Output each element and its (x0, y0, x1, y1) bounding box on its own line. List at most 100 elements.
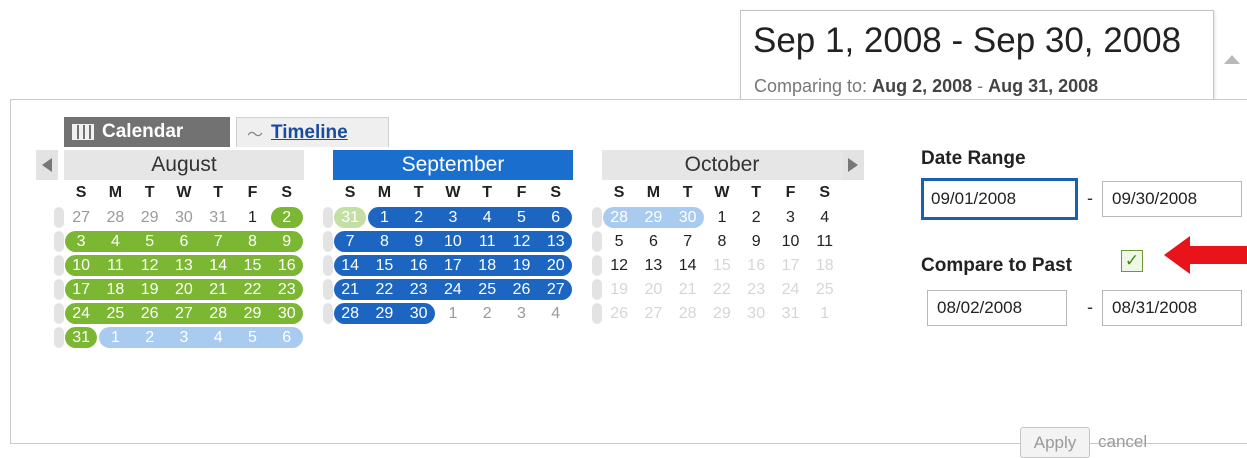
compare-start-field[interactable]: 08/02/2008 (927, 290, 1067, 326)
calendar-day[interactable]: 28 (671, 302, 705, 325)
calendar-day[interactable]: 22 (705, 278, 739, 301)
calendar-day[interactable]: 6 (167, 230, 201, 253)
calendar-day[interactable]: 11 (808, 230, 842, 253)
calendar-day[interactable]: 14 (333, 254, 367, 277)
calendar-day[interactable]: 30 (739, 302, 773, 325)
calendar-day[interactable]: 21 (671, 278, 705, 301)
calendar-day[interactable]: 15 (367, 254, 401, 277)
calendar-day[interactable]: 14 (671, 254, 705, 277)
cancel-link[interactable]: cancel (1098, 432, 1147, 452)
calendar-day[interactable]: 27 (539, 278, 573, 301)
calendar-day[interactable]: 25 (98, 302, 132, 325)
calendar-day[interactable]: 16 (402, 254, 436, 277)
calendar-day[interactable]: 24 (64, 302, 98, 325)
compare-end-field[interactable]: 08/31/2008 (1102, 290, 1242, 326)
calendar-day[interactable]: 26 (133, 302, 167, 325)
calendar-day[interactable]: 11 (98, 254, 132, 277)
calendar-day[interactable]: 12 (133, 254, 167, 277)
calendar-day[interactable]: 17 (436, 254, 470, 277)
calendar-day[interactable]: 15 (705, 254, 739, 277)
calendar-day[interactable]: 26 (504, 278, 538, 301)
calendar-day[interactable]: 19 (602, 278, 636, 301)
calendar-day[interactable]: 17 (64, 278, 98, 301)
calendar-day[interactable]: 29 (705, 302, 739, 325)
calendar-day[interactable]: 29 (235, 302, 269, 325)
tab-timeline[interactable]: 〜 Timeline (236, 117, 389, 147)
calendar-day[interactable]: 1 (808, 302, 842, 325)
calendar-day[interactable]: 2 (270, 206, 304, 229)
calendar-day[interactable]: 4 (98, 230, 132, 253)
calendar-day[interactable]: 16 (270, 254, 304, 277)
calendar-day[interactable]: 25 (808, 278, 842, 301)
apply-button[interactable]: Apply (1020, 427, 1090, 458)
calendar-day[interactable]: 10 (64, 254, 98, 277)
calendar-day[interactable]: 20 (636, 278, 670, 301)
calendar-day[interactable]: 2 (133, 326, 167, 349)
calendar-day[interactable]: 27 (636, 302, 670, 325)
calendar-day[interactable]: 7 (671, 230, 705, 253)
calendar-day[interactable]: 1 (705, 206, 739, 229)
calendar-day[interactable]: 12 (504, 230, 538, 253)
calendar-day[interactable]: 15 (235, 254, 269, 277)
calendar-day[interactable]: 31 (201, 206, 235, 229)
calendar-day[interactable]: 3 (64, 230, 98, 253)
calendar-day[interactable]: 23 (270, 278, 304, 301)
calendar-day[interactable]: 22 (367, 278, 401, 301)
calendar-day[interactable]: 1 (436, 302, 470, 325)
calendar-day[interactable]: 23 (739, 278, 773, 301)
prev-month-button[interactable] (36, 150, 58, 180)
calendar-day[interactable]: 27 (64, 206, 98, 229)
calendar-day[interactable]: 31 (64, 326, 98, 349)
calendar-day[interactable]: 13 (539, 230, 573, 253)
calendar-day[interactable]: 14 (201, 254, 235, 277)
range-start-field[interactable]: 09/01/2008 (921, 178, 1078, 220)
calendar-day[interactable]: 23 (402, 278, 436, 301)
collapse-up-icon[interactable] (1224, 55, 1240, 64)
calendar-day[interactable]: 10 (436, 230, 470, 253)
calendar-day[interactable]: 31 (773, 302, 807, 325)
calendar-day[interactable]: 6 (636, 230, 670, 253)
calendar-day[interactable]: 2 (402, 206, 436, 229)
calendar-day[interactable]: 20 (167, 278, 201, 301)
calendar-day[interactable]: 24 (773, 278, 807, 301)
calendar-day[interactable]: 9 (270, 230, 304, 253)
calendar-day[interactable]: 10 (773, 230, 807, 253)
calendar-day[interactable]: 21 (333, 278, 367, 301)
calendar-day[interactable]: 8 (367, 230, 401, 253)
calendar-day[interactable]: 12 (602, 254, 636, 277)
calendar-day[interactable]: 13 (167, 254, 201, 277)
calendar-day[interactable]: 26 (602, 302, 636, 325)
calendar-day[interactable]: 3 (773, 206, 807, 229)
calendar-day[interactable]: 30 (402, 302, 436, 325)
calendar-day[interactable]: 3 (436, 206, 470, 229)
calendar-day[interactable]: 16 (739, 254, 773, 277)
calendar-day[interactable]: 18 (98, 278, 132, 301)
calendar-day[interactable]: 28 (201, 302, 235, 325)
calendar-day[interactable]: 5 (602, 230, 636, 253)
calendar-day[interactable]: 27 (167, 302, 201, 325)
calendar-day[interactable]: 4 (808, 206, 842, 229)
calendar-day[interactable]: 19 (504, 254, 538, 277)
date-summary[interactable]: Sep 1, 2008 - Sep 30, 2008 Comparing to:… (740, 10, 1214, 103)
calendar-day[interactable]: 29 (133, 206, 167, 229)
calendar-day[interactable]: 30 (671, 206, 705, 229)
calendar-day[interactable]: 9 (739, 230, 773, 253)
calendar-day[interactable]: 7 (201, 230, 235, 253)
calendar-day[interactable]: 7 (333, 230, 367, 253)
calendar-day[interactable]: 4 (470, 206, 504, 229)
calendar-day[interactable]: 28 (333, 302, 367, 325)
calendar-day[interactable]: 25 (470, 278, 504, 301)
calendar-day[interactable]: 18 (808, 254, 842, 277)
calendar-day[interactable]: 30 (167, 206, 201, 229)
calendar-day[interactable]: 5 (235, 326, 269, 349)
calendar-day[interactable]: 29 (636, 206, 670, 229)
calendar-day[interactable]: 31 (333, 206, 367, 229)
range-end-field[interactable]: 09/30/2008 (1102, 181, 1242, 217)
calendar-day[interactable]: 18 (470, 254, 504, 277)
next-month-button[interactable] (842, 150, 864, 180)
calendar-day[interactable]: 1 (98, 326, 132, 349)
calendar-day[interactable]: 3 (504, 302, 538, 325)
calendar-day[interactable]: 6 (270, 326, 304, 349)
calendar-day[interactable]: 6 (539, 206, 573, 229)
calendar-day[interactable]: 19 (133, 278, 167, 301)
